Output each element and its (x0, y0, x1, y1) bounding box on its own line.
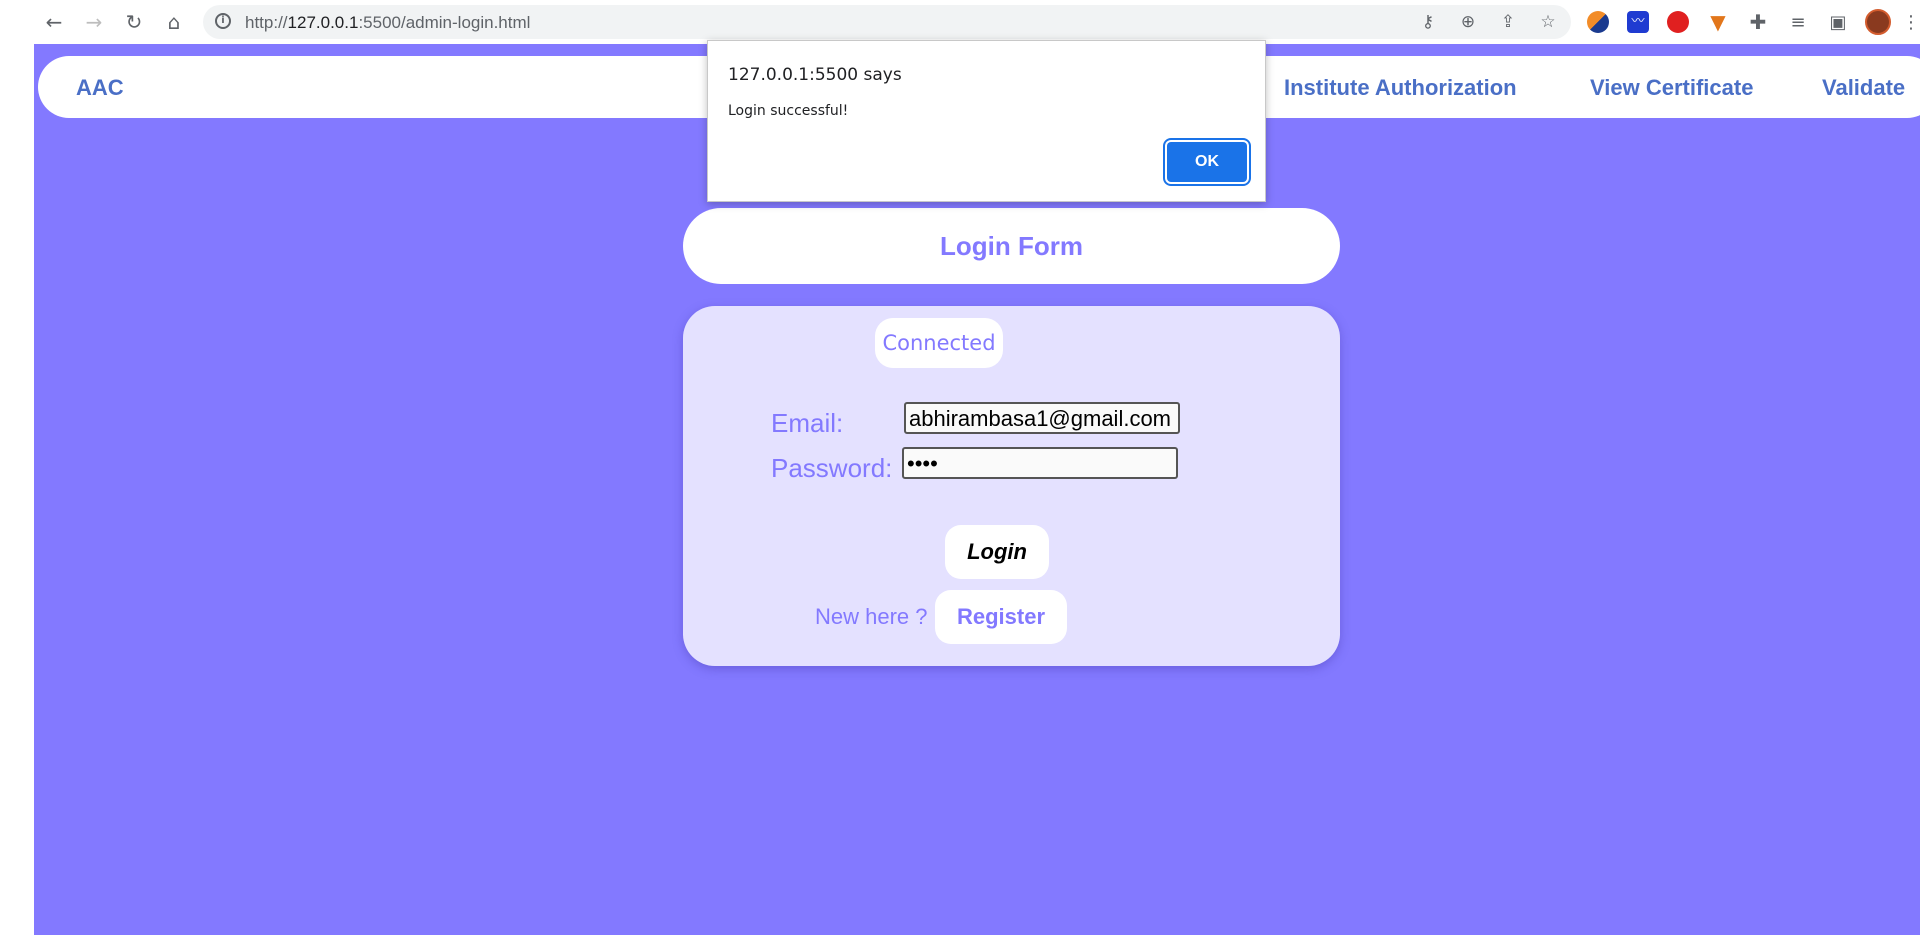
alert-message: Login successful! (728, 103, 849, 119)
metamask-fox-icon[interactable]: ▼ (1704, 8, 1732, 36)
profile-avatar[interactable] (1864, 8, 1892, 36)
home-icon: ⌂ (167, 10, 181, 34)
email-label: Email: (771, 408, 844, 438)
nav-link-validate[interactable]: Validate (1822, 75, 1905, 101)
info-icon[interactable]: i (215, 13, 231, 29)
home-button[interactable]: ⌂ (160, 8, 188, 36)
reload-icon: ↻ (125, 10, 143, 34)
media-list-icon[interactable]: ≡ (1784, 8, 1812, 36)
share-icon[interactable]: ⇪ (1496, 10, 1520, 34)
new-here-text: New here ? (815, 604, 928, 629)
address-bar[interactable]: i http://127.0.0.1:5500/admin-login.html… (203, 5, 1571, 39)
extension-orange-blue-icon[interactable] (1584, 8, 1612, 36)
alert-origin: 127.0.0.1:5500 says (728, 65, 902, 85)
login-button[interactable]: Login (945, 525, 1049, 579)
alert-dialog: 127.0.0.1:5500 says Login successful! OK (707, 40, 1266, 202)
extension-red-icon[interactable] (1664, 8, 1692, 36)
connection-status-badge: Connected (875, 318, 1003, 368)
reload-button[interactable]: ↻ (120, 8, 148, 36)
back-button[interactable]: ← (40, 8, 68, 36)
more-menu-icon[interactable]: ⋮ (1902, 8, 1920, 36)
password-field[interactable]: •••• (902, 447, 1178, 479)
register-button[interactable]: Register (935, 590, 1067, 644)
alert-ok-button[interactable]: OK (1167, 142, 1247, 182)
extension-wave-icon[interactable]: 〰 (1624, 8, 1652, 36)
url-prefix: http:// (245, 13, 288, 32)
key-icon[interactable]: ⚷ (1416, 10, 1440, 34)
nav-link-institute-authorization[interactable]: Institute Authorization (1284, 75, 1517, 101)
puzzle-icon[interactable]: ✚ (1744, 8, 1772, 36)
arrow-left-icon: ← (45, 10, 63, 34)
arrow-right-icon: → (85, 10, 103, 34)
forward-button[interactable]: → (80, 8, 108, 36)
email-field[interactable]: abhirambasa1@gmail.com (904, 402, 1180, 434)
form-title-banner: Login Form (683, 208, 1340, 284)
url-host: 127.0.0.1 (287, 13, 359, 32)
star-icon[interactable]: ☆ (1536, 10, 1560, 34)
brand-link[interactable]: AAC (76, 75, 124, 101)
zoom-icon[interactable]: ⊕ (1456, 10, 1480, 34)
login-card: Connected Email: abhirambasa1@gmail.com … (683, 306, 1340, 666)
url-text[interactable]: http://127.0.0.1:5500/admin-login.html (245, 13, 530, 33)
password-label: Password: (771, 453, 893, 483)
nav-link-view-certificate[interactable]: View Certificate (1590, 75, 1753, 101)
form-title: Login Form (940, 230, 1083, 261)
url-path: :5500/admin-login.html (358, 13, 531, 32)
browser-toolbar: ← → ↻ ⌂ i http://127.0.0.1:5500/admin-lo… (0, 0, 1920, 44)
side-panel-icon[interactable]: ▣ (1824, 8, 1852, 36)
